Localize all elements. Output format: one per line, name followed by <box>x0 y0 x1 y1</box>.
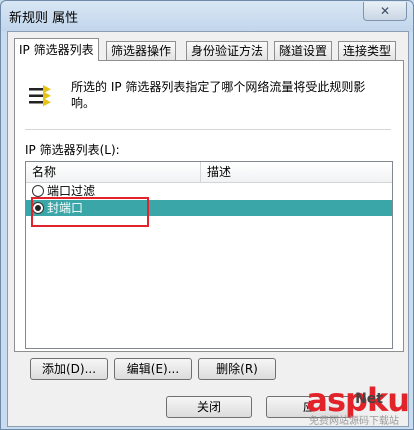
tab-authentication[interactable]: 身份验证方法 <box>186 41 269 60</box>
add-button[interactable]: 添加(D)... <box>30 358 108 380</box>
close-window-button[interactable]: ✕ <box>363 2 407 21</box>
annotation-highlight-box <box>31 197 149 227</box>
separator <box>25 129 391 130</box>
info-description: 所选的 IP 筛选器列表指定了哪个网络流量将受此规则影响。 <box>71 80 366 110</box>
column-header-name[interactable]: 名称 <box>26 162 201 182</box>
filter-list-label: IP 筛选器列表(L): <box>25 143 120 157</box>
filter-listview[interactable]: 名称 描述 端口过滤 封端口 <box>25 161 393 349</box>
dialog-client: IP 筛选器列表 筛选器操作 身份验证方法 隧道设置 连接类型 所选的 IP 筛… <box>7 31 409 427</box>
title-bar: 新规则 属性 ✕ <box>1 1 413 31</box>
column-header-desc[interactable]: 描述 <box>201 162 387 182</box>
delete-button[interactable]: 删除(R) <box>198 358 276 380</box>
tab-ip-filter-list[interactable]: IP 筛选器列表 <box>14 38 99 61</box>
tab-tunnel-settings[interactable]: 隧道设置 <box>274 41 333 60</box>
tab-strip: IP 筛选器列表 筛选器操作 身份验证方法 隧道设置 连接类型 <box>14 38 404 61</box>
edit-button[interactable]: 编辑(E)... <box>114 358 192 380</box>
list-header: 名称 描述 <box>26 162 392 183</box>
filter-list-icon <box>29 85 51 107</box>
tab-filter-action[interactable]: 筛选器操作 <box>106 41 177 60</box>
window-title: 新规则 属性 <box>9 11 79 26</box>
close-icon: ✕ <box>379 4 391 18</box>
watermark-suffix: Net <box>355 391 383 407</box>
radio-button[interactable] <box>32 185 44 197</box>
close-button[interactable]: 关闭 <box>166 396 252 418</box>
watermark-subtitle: 免费网站源码下载站 <box>309 416 399 427</box>
tab-connection-type[interactable]: 连接类型 <box>338 41 397 60</box>
properties-window: 新规则 属性 ✕ IP 筛选器列表 筛选器操作 身份验证方法 隧道设置 连接类型… <box>0 0 414 430</box>
